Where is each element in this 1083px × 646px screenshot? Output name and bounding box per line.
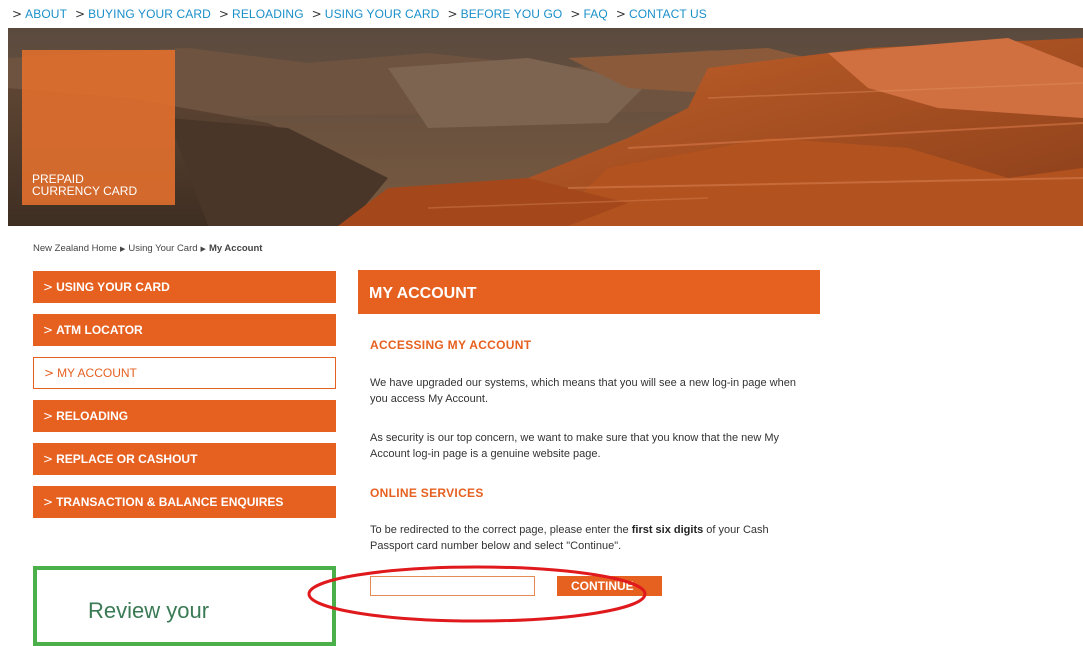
nav-link-contact-us[interactable]: > CONTACT US <box>616 7 707 21</box>
sidebar-item-using-your-card[interactable]: > USING YOUR CARD <box>33 271 336 303</box>
chevron-right-icon: > <box>43 452 54 466</box>
nav-link-label: FAQ <box>583 7 608 21</box>
chevron-right-icon: > <box>43 280 54 294</box>
paragraph-instructions: To be redirected to the correct page, pl… <box>370 522 810 554</box>
chevron-right-icon: > <box>311 7 322 21</box>
chevron-right-icon: > <box>615 7 626 21</box>
paragraph-upgrade-notice: We have upgraded our systems, which mean… <box>370 377 796 405</box>
chevron-right-icon: > <box>43 323 54 337</box>
breadcrumb-link-home[interactable]: New Zealand Home <box>33 243 117 254</box>
triangle-right-icon: ▶ <box>200 245 206 253</box>
chevron-right-icon: > <box>218 7 230 21</box>
nav-link-label: BEFORE YOU GO <box>460 7 563 21</box>
nav-link-label: CONTACT US <box>628 7 707 21</box>
promo-text: Review your <box>88 598 210 623</box>
nav-link-about[interactable]: > ABOUT <box>12 7 67 21</box>
breadcrumb-current: My Account <box>208 243 263 254</box>
nav-link-label: ABOUT <box>25 7 67 21</box>
triangle-right-icon: ▶ <box>119 245 126 253</box>
sidebar-item-atm-locator[interactable]: > ATM LOCATOR <box>33 314 336 346</box>
sidebar-nav: > USING YOUR CARD > ATM LOCATOR > MY ACCOUN… <box>33 271 336 529</box>
paragraph-security-notice: As security is our top concern, we want … <box>370 432 780 460</box>
sidebar-item-label: REPLACE OR CASHOUT <box>56 452 198 466</box>
nav-link-buying-your-card[interactable]: > BUYING YOUR CARD <box>75 7 211 21</box>
nav-link-before-you-go[interactable]: > BEFORE YOU GO <box>447 7 562 21</box>
sidebar-item-label: RELOADING <box>56 409 129 423</box>
instructions-text-emphasis: first six digits <box>631 524 704 536</box>
sidebar-item-label: ATM LOCATOR <box>56 323 143 337</box>
chevron-right-icon: > <box>570 7 581 21</box>
continue-button[interactable]: CONTINUE <box>557 576 662 596</box>
main-content: MY ACCOUNT ACCESSING MY ACCOUNT We have … <box>358 270 820 596</box>
promo-box[interactable]: Review your <box>33 566 336 646</box>
nav-link-label: BUYING YOUR CARD <box>88 7 211 21</box>
chevron-right-icon: > <box>12 7 23 21</box>
prepaid-card-logo-box: PREPAID CURRENCY CARD <box>22 50 175 205</box>
sidebar-item-reloading[interactable]: > RELOADING <box>33 400 336 432</box>
breadcrumb: New Zealand Home ▶ Using Your Card ▶ My … <box>33 243 262 254</box>
chevron-right-icon: > <box>43 495 54 509</box>
nav-link-faq[interactable]: > FAQ <box>570 7 607 21</box>
chevron-right-icon: > <box>75 7 86 21</box>
section-heading-online-services: ONLINE SERVICES <box>370 486 484 500</box>
nav-link-label: RELOADING <box>232 7 304 21</box>
sidebar-item-transaction-balance-enquires[interactable]: > TRANSACTION & BALANCE ENQUIRES <box>33 486 336 518</box>
top-nav: > ABOUT > BUYING YOUR CARD > RELOADING > USI… <box>0 0 1083 28</box>
sidebar-item-label: TRANSACTION & BALANCE ENQUIRES <box>56 495 284 509</box>
sidebar-item-my-account[interactable]: > MY ACCOUNT <box>33 357 336 389</box>
sidebar-item-label: USING YOUR CARD <box>56 280 170 294</box>
instructions-text-start: To be redirected to the correct page, pl… <box>370 524 632 536</box>
card-label: PREPAID CURRENCY CARD <box>32 172 138 198</box>
section-heading-accessing-my-account: ACCESSING MY ACCOUNT <box>370 338 532 352</box>
card-digits-input[interactable] <box>370 576 535 596</box>
nav-link-label: USING YOUR CARD <box>324 7 440 21</box>
chevron-right-icon: > <box>44 366 55 380</box>
hero-banner: PREPAID CURRENCY CARD <box>8 28 1083 226</box>
sidebar-item-replace-or-cashout[interactable]: > REPLACE OR CASHOUT <box>33 443 336 475</box>
chevron-right-icon: > <box>43 409 54 423</box>
nav-link-using-your-card[interactable]: > USING YOUR CARD <box>312 7 440 21</box>
sidebar-item-label: MY ACCOUNT <box>57 366 137 380</box>
chevron-right-icon: > <box>447 7 458 21</box>
card-digits-form: CONTINUE <box>370 576 662 596</box>
breadcrumb-link-using-your-card[interactable]: Using Your Card <box>128 243 197 254</box>
page-title: MY ACCOUNT <box>358 270 820 314</box>
nav-link-reloading[interactable]: > RELOADING <box>219 7 304 21</box>
